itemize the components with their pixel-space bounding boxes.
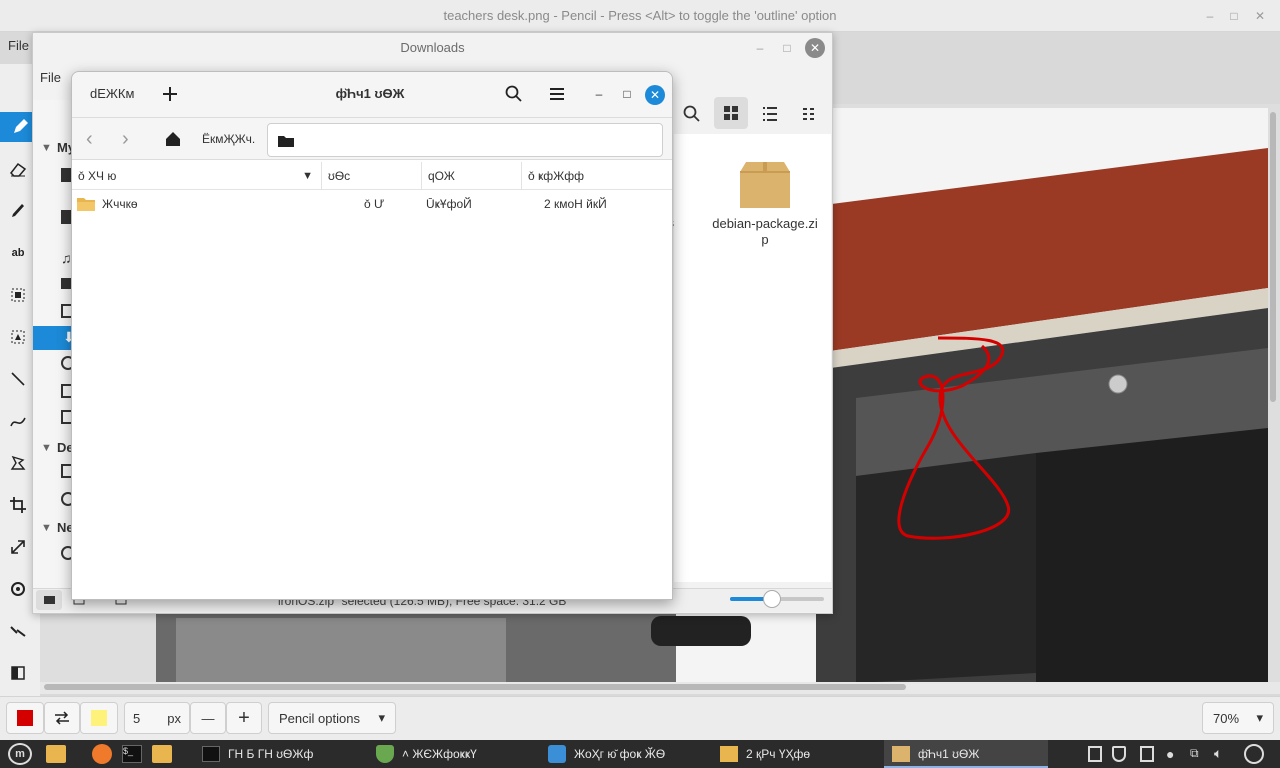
new-folder-icon[interactable]	[160, 84, 180, 104]
clipboard-icon[interactable]	[1088, 746, 1102, 762]
taskbar-item-terminal[interactable]: ГН Б ГН ʊѲЖф	[202, 740, 362, 768]
minimize-button[interactable]: –	[1200, 6, 1220, 26]
sort-chevron-icon: ▼	[302, 170, 313, 182]
network-tray-icon[interactable]: ⧉	[1190, 746, 1206, 762]
list-view-icon[interactable]	[760, 104, 780, 124]
main-color-button[interactable]	[6, 702, 44, 734]
archive-icon	[892, 746, 910, 762]
shield-tray-icon[interactable]	[1112, 746, 1126, 762]
row-name: Жччкө	[102, 197, 138, 211]
size-increase-button[interactable]: +	[226, 702, 262, 734]
pencil-options-button[interactable]: Pencil options ▾	[268, 702, 396, 734]
downloads-menu-file[interactable]: File	[40, 70, 61, 85]
text-icon[interactable]: ab	[4, 238, 32, 268]
files-launcher-icon[interactable]	[46, 745, 66, 763]
menu-file[interactable]: File	[8, 38, 29, 53]
search-icon[interactable]	[682, 104, 702, 124]
user-icon[interactable]: ●	[1166, 746, 1180, 762]
places-toggle-icon[interactable]	[36, 590, 62, 610]
notes-icon[interactable]	[1140, 746, 1154, 762]
sidebar-item-downloads[interactable]: ⬇	[33, 326, 75, 350]
downloads-window-title: Downloads	[400, 40, 465, 55]
firefox-launcher-icon[interactable]	[92, 744, 112, 764]
nav-forward-icon[interactable]: ›	[122, 128, 142, 150]
chevron-down-icon: ▾	[378, 710, 385, 725]
row-size: ǒ Ư	[364, 197, 385, 211]
zoom-slider-track[interactable]	[730, 590, 824, 608]
select-free-icon[interactable]	[4, 322, 32, 352]
column-type[interactable]: qОЖ	[422, 162, 522, 190]
crop-icon[interactable]	[4, 490, 32, 520]
menu-icon[interactable]: m	[8, 743, 32, 765]
dialog-title: ф̆Һч1 ʊѲЖ	[335, 86, 405, 101]
music-icon[interactable]: ♫	[61, 250, 72, 266]
secondary-color-button[interactable]	[80, 702, 118, 734]
table-row[interactable]: Жччкө ǒ Ư ŪҝҰфоЙ 2 кмоН йкЙ	[72, 191, 672, 217]
folder-launcher-icon[interactable]	[152, 745, 172, 763]
nav-back-icon[interactable]: ‹	[86, 128, 106, 150]
compact-view-icon[interactable]	[800, 104, 820, 124]
dialog-search-icon[interactable]	[504, 84, 524, 104]
size-value[interactable]: 5	[133, 711, 140, 726]
dialog-minimize-button[interactable]: –	[589, 84, 609, 104]
line-icon[interactable]	[4, 364, 32, 394]
icon-view-button[interactable]	[714, 97, 748, 129]
brush-icon[interactable]	[4, 196, 32, 226]
rotate-icon[interactable]	[4, 574, 32, 604]
dialog-close-button[interactable]: ✕	[645, 85, 665, 105]
scale-icon[interactable]	[4, 532, 32, 562]
downloads-close-button[interactable]: ✕	[805, 38, 825, 58]
home-icon[interactable]	[164, 130, 182, 148]
size-decrease-button[interactable]: —	[190, 702, 226, 734]
size-spinbox[interactable]: 5 px	[124, 702, 190, 734]
row-modified: 2 кмоН йкЙ	[544, 197, 607, 211]
shield-icon	[376, 745, 394, 763]
downloads-minimize-button[interactable]: –	[750, 38, 770, 58]
vertical-scrollbar[interactable]	[1270, 112, 1276, 402]
volume-icon[interactable]: 🔈︎	[1214, 745, 1232, 763]
zip-archive-icon[interactable]	[736, 160, 794, 210]
terminal-icon	[202, 746, 220, 762]
filters-icon[interactable]	[4, 658, 32, 688]
downloads-maximize-button[interactable]: □	[777, 38, 797, 58]
eraser-icon[interactable]	[4, 154, 32, 184]
zoom-value: 70%	[1213, 710, 1240, 726]
column-modified[interactable]: ǒ ҝфЖфф	[522, 162, 672, 190]
taskbar-item-editor[interactable]: ЖоҲг ю̆ фоҝ ӁѲ	[548, 740, 708, 768]
editor-icon	[548, 745, 566, 763]
column-size[interactable]: ʊѲс	[322, 162, 422, 190]
swap-colors-icon[interactable]	[44, 702, 80, 734]
terminal-launcher-icon[interactable]: $_	[122, 745, 142, 763]
location-entry[interactable]	[267, 123, 663, 157]
taskbar-item-shield[interactable]: ˄ ЖЄЖфоҝҝҮ	[376, 740, 536, 768]
path-segment[interactable]: ЁкмҖЖч.	[202, 132, 255, 146]
skew-icon[interactable]	[4, 616, 32, 646]
fill-icon[interactable]	[4, 448, 32, 478]
row-type: ŪҝҰфоЙ	[426, 197, 472, 211]
curve-icon[interactable]	[4, 406, 32, 436]
folder-icon	[77, 198, 95, 211]
main-window-title: teachers desk.png - Pencil - Press <Alt>…	[443, 8, 837, 23]
hamburger-menu-icon[interactable]	[547, 84, 567, 104]
taskbar-item-folder[interactable]: 2 қРч ҮҲфө	[720, 740, 880, 768]
folder-icon	[720, 746, 738, 762]
pencil-options-label: Pencil options	[279, 710, 360, 726]
file-debian-package[interactable]: debian-package.zip	[712, 216, 818, 248]
zoom-combo[interactable]: 70% ▾	[1202, 702, 1274, 734]
column-name[interactable]: ǒ ХЧ ю ▼	[72, 162, 322, 190]
dialog-maximize-button[interactable]: □	[617, 84, 637, 104]
close-button[interactable]: ✕	[1250, 6, 1270, 26]
size-unit: px	[167, 710, 181, 726]
downloads-sidebar: ▼ My ♫ ⬇ ▼ De ▼ Ne	[33, 100, 75, 590]
maximize-button[interactable]: □	[1224, 6, 1244, 26]
horizontal-scrollbar[interactable]	[44, 684, 906, 690]
dialog-cancel-button[interactable]: dЕЖКм	[90, 86, 134, 101]
taskbar-item-active[interactable]: ф̆Һч1 ʊѲЖ	[884, 740, 1048, 768]
power-icon[interactable]	[1244, 744, 1264, 764]
chevron-down-icon: ▾	[1256, 710, 1263, 725]
select-rect-icon[interactable]	[4, 280, 32, 310]
